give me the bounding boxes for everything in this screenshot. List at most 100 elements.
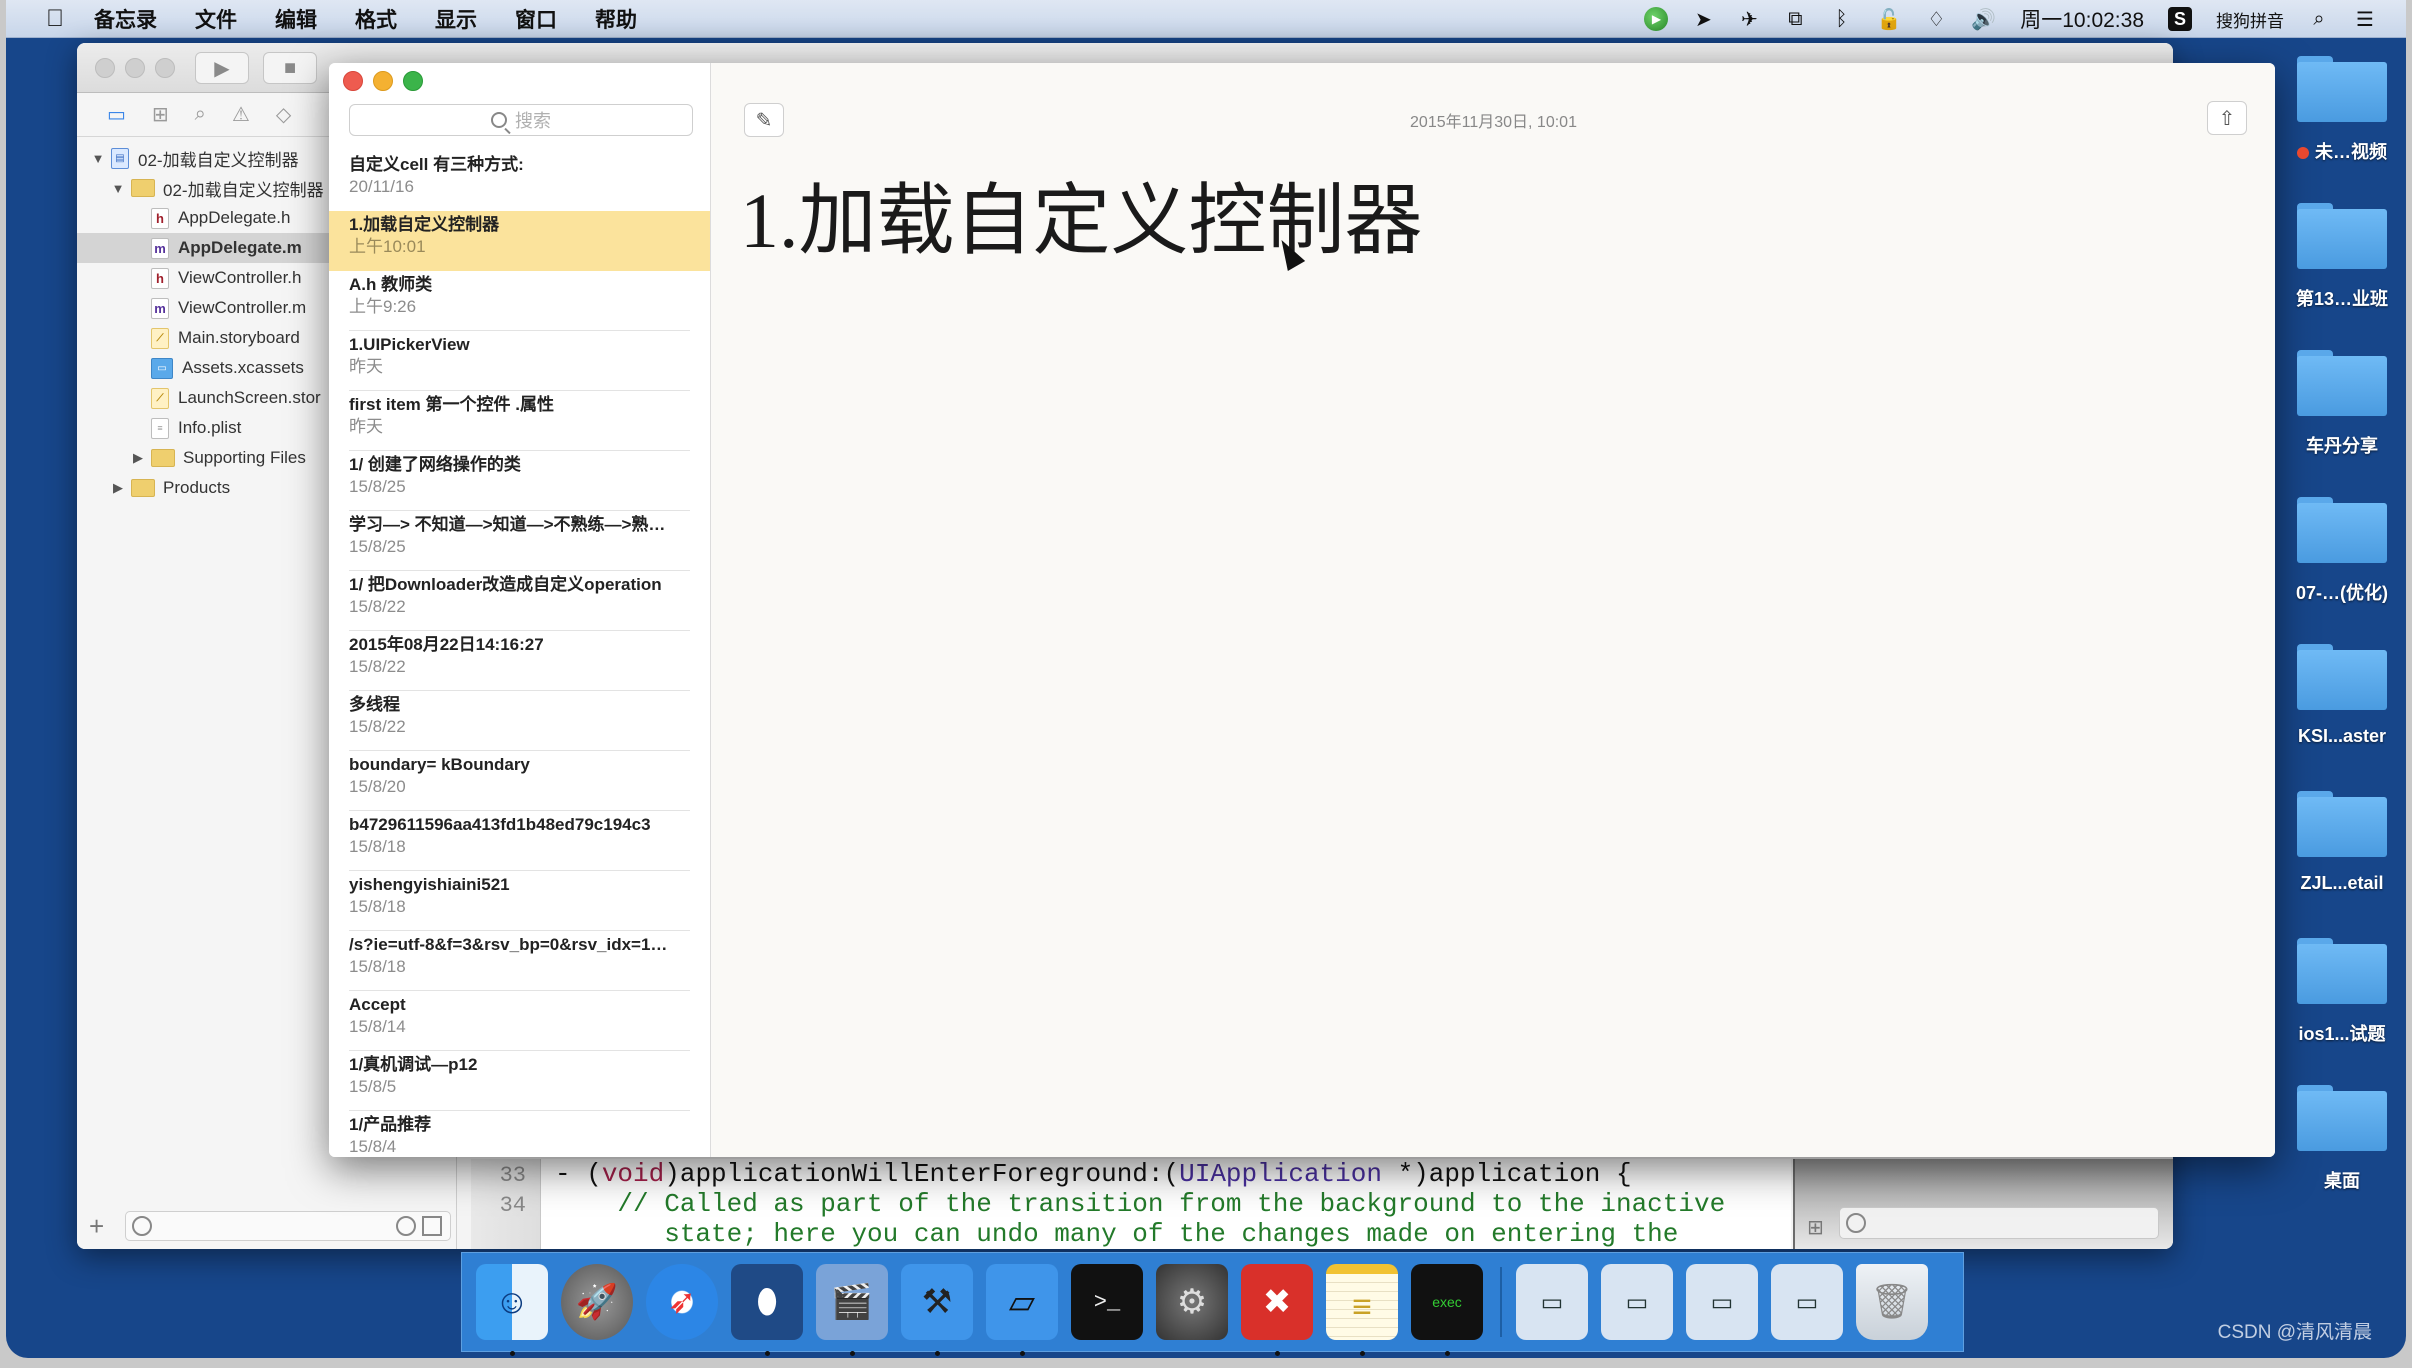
- note-list-item[interactable]: 2015年08月22日14:16:27 15/8/22: [329, 631, 710, 691]
- dock-system-preferences-icon[interactable]: ⚙: [1156, 1264, 1228, 1340]
- apple-icon[interactable]: : [40, 5, 70, 33]
- spotlight-search-icon[interactable]: ⌕: [2308, 6, 2330, 32]
- note-heading[interactable]: 1.加载自定义控制器: [740, 158, 1423, 270]
- disclosure-expanded-icon[interactable]: ▼: [109, 181, 127, 196]
- dock-finder-icon[interactable]: ☺: [476, 1264, 548, 1356]
- note-list-item[interactable]: 1/ 创建了网络操作的类 15/8/25: [329, 451, 710, 511]
- run-button[interactable]: ▶: [195, 52, 249, 84]
- airplane-icon[interactable]: ✈: [1738, 6, 1760, 32]
- disclosure-expanded-icon[interactable]: ▼: [89, 151, 107, 166]
- source-control-filter-icon[interactable]: [422, 1216, 442, 1236]
- input-method-label[interactable]: 搜狗拼音: [2216, 7, 2284, 32]
- share-button[interactable]: ⇧: [2207, 101, 2247, 135]
- menu-format[interactable]: 格式: [355, 4, 397, 34]
- menu-file[interactable]: 文件: [195, 4, 237, 34]
- zoom-button[interactable]: [403, 71, 423, 91]
- note-list-item[interactable]: 1.UIPickerView 昨天: [329, 331, 710, 391]
- dock-notes-icon[interactable]: ≡: [1326, 1264, 1398, 1356]
- issue-warning-icon[interactable]: ⚠: [232, 102, 250, 127]
- clock[interactable]: 周一10:02:38: [2020, 4, 2144, 34]
- menu-edit[interactable]: 编辑: [275, 4, 317, 34]
- find-navigator-search-icon[interactable]: ⌕: [195, 103, 206, 126]
- folder-body: [2297, 356, 2387, 416]
- note-list-item[interactable]: 1/ 把Downloader改造成自定义operation 15/8/22: [329, 571, 710, 631]
- xcode-zoom-button[interactable]: [155, 58, 175, 78]
- note-list-item[interactable]: /s?ie=utf-8&f=3&rsv_bp=0&rsv_idx=1… 15/8/…: [329, 931, 710, 991]
- desktop-folder[interactable]: 第13…业班: [2278, 203, 2406, 311]
- desktop-folder[interactable]: 桌面: [2278, 1085, 2406, 1193]
- note-list-item[interactable]: A.h 教师类 上午9:26: [329, 271, 710, 331]
- note-list-item[interactable]: 1/真机调试—p12 15/8/5: [329, 1051, 710, 1111]
- note-list-item[interactable]: 1/产品推荐 15/8/4: [329, 1111, 710, 1157]
- note-list-item[interactable]: Accept 15/8/14: [329, 991, 710, 1051]
- note-list-item[interactable]: 1.加载自定义控制器 上午10:01: [329, 211, 710, 271]
- disclosure-collapsed-icon[interactable]: ▶: [109, 480, 127, 496]
- note-list-item[interactable]: 学习—> 不知道—>知道—>不熟练—>熟… 15/8/25: [329, 511, 710, 571]
- desktop-folder[interactable]: 车丹分享: [2278, 350, 2406, 458]
- note-list-item[interactable]: b4729611596aa413fd1b48ed79c194c3 15/8/18: [329, 811, 710, 871]
- note-editor[interactable]: ✎ 2015年11月30日, 10:01 ⇧ 1.加载自定义控制器: [712, 63, 2275, 1157]
- wifi-icon[interactable]: ♢: [1925, 6, 1947, 32]
- menu-notes[interactable]: 备忘录: [94, 4, 157, 34]
- add-file-button[interactable]: +: [89, 1211, 113, 1242]
- desktop-folder[interactable]: 07-…(优化): [2278, 497, 2406, 605]
- note-date: 15/8/14: [349, 1017, 406, 1036]
- note-list-item[interactable]: first item 第一个控件 .属性 昨天: [329, 391, 710, 451]
- stop-button[interactable]: ■: [263, 52, 317, 84]
- note-list-item[interactable]: 多线程 15/8/22: [329, 691, 710, 751]
- note-list-item[interactable]: boundary= kBoundary 15/8/20: [329, 751, 710, 811]
- dock-xcode-icon[interactable]: ⚒: [901, 1264, 973, 1356]
- dock-xmind-icon[interactable]: ✖: [1241, 1264, 1313, 1356]
- desktop-folder[interactable]: 未…视频: [2278, 56, 2406, 164]
- project-navigator-folder-icon[interactable]: ▭: [107, 102, 126, 127]
- dock-terminal-icon[interactable]: >_: [1071, 1264, 1143, 1340]
- bluetooth-like-icon[interactable]: ᛒ: [1830, 6, 1852, 32]
- file-tree-label: Assets.xcassets: [182, 358, 304, 377]
- xcode-minimize-button[interactable]: [125, 58, 145, 78]
- file-tree-label: Info.plist: [178, 418, 242, 437]
- green-play-icon[interactable]: ▶: [1644, 7, 1669, 31]
- library-filter-input[interactable]: [1839, 1207, 2159, 1239]
- disclosure-collapsed-icon[interactable]: ▶: [129, 450, 147, 466]
- menu-help[interactable]: 帮助: [595, 4, 637, 34]
- menu-view[interactable]: 显示: [435, 4, 477, 34]
- dock-minimized-window-4-icon[interactable]: ▭: [1771, 1264, 1843, 1340]
- dock-safari-icon[interactable]: ➶: [646, 1264, 718, 1340]
- close-button[interactable]: [343, 71, 363, 91]
- note-title: Accept: [349, 995, 406, 1014]
- notes-search-input[interactable]: 搜索: [349, 104, 693, 136]
- dock-minimized-window-2-icon[interactable]: ▭: [1601, 1264, 1673, 1340]
- desktop-folder[interactable]: ios1...试题: [2278, 938, 2406, 1046]
- notification-center-icon[interactable]: ☰: [2354, 6, 2376, 32]
- navigator-filter-input[interactable]: [125, 1211, 451, 1241]
- desktop-folder[interactable]: KSI...aster: [2278, 644, 2406, 747]
- minimize-button[interactable]: [373, 71, 393, 91]
- dock-console-icon[interactable]: exec: [1411, 1264, 1483, 1356]
- note-list-item[interactable]: 自定义cell 有三种方式: 20/11/16: [329, 151, 710, 211]
- dock-minimized-window-3-icon[interactable]: ▭: [1686, 1264, 1758, 1340]
- menu-window[interactable]: 窗口: [515, 4, 557, 34]
- running-indicator: [850, 1351, 855, 1356]
- note-list-item[interactable]: yishengyishiaini521 15/8/18: [329, 871, 710, 931]
- code-editor[interactable]: 33 34 - (void)applicationWillEnterForegr…: [471, 1159, 1791, 1249]
- symbol-hierarchy-icon[interactable]: ⊞: [152, 102, 169, 127]
- dock-minimized-window-1-icon[interactable]: ▭: [1516, 1264, 1588, 1340]
- dock-video-app-icon[interactable]: 🎬: [816, 1264, 888, 1356]
- xcode-close-button[interactable]: [95, 58, 115, 78]
- folder-body: [2297, 209, 2387, 269]
- recent-files-clock-icon[interactable]: [396, 1216, 416, 1236]
- dock-instruments-icon[interactable]: ▱: [986, 1264, 1058, 1356]
- dock-launchpad-icon[interactable]: 🚀: [561, 1264, 633, 1340]
- file-tree-label: ViewController.m: [178, 298, 307, 317]
- desktop-folder[interactable]: ZJL...etail: [2278, 791, 2406, 894]
- sogou-ime-icon[interactable]: S: [2168, 7, 2192, 31]
- dock-trash-icon[interactable]: 🗑: [1856, 1264, 1928, 1340]
- lock-icon[interactable]: 🔓: [1876, 6, 1901, 32]
- volume-icon[interactable]: 🔊: [1971, 6, 1996, 32]
- screen-record-icon[interactable]: ⧉: [1784, 6, 1806, 32]
- location-arrow-icon[interactable]: ➤: [1692, 6, 1714, 32]
- grid-view-icon[interactable]: ⊞: [1807, 1215, 1824, 1240]
- dock-mouse-app-icon[interactable]: ⬮: [731, 1264, 803, 1356]
- red-tag-icon: [2297, 147, 2309, 160]
- test-diamond-icon[interactable]: ◇: [276, 102, 291, 127]
